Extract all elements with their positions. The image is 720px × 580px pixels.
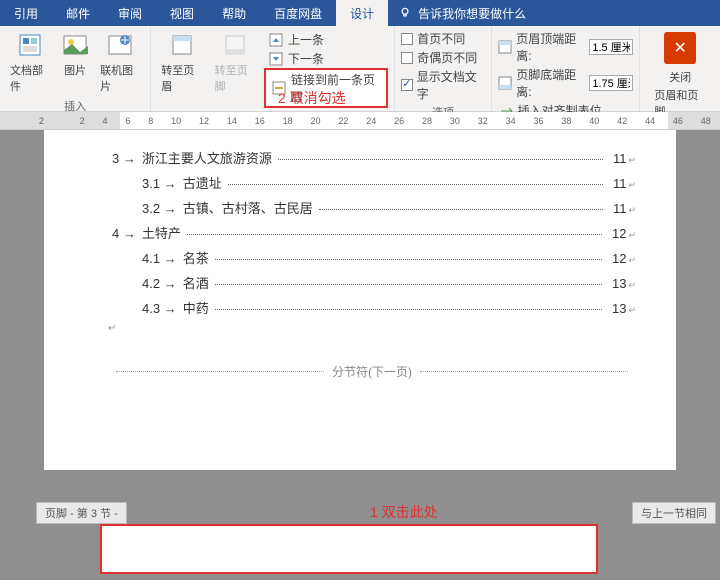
checkbox-icon [401, 33, 413, 45]
checkbox-icon [401, 52, 413, 64]
goto-footer-icon [220, 30, 250, 60]
goto-header-label: 转至页眉 [161, 62, 202, 94]
tab-baidu[interactable]: 百度网盘 [260, 0, 336, 26]
close-header-footer-button[interactable]: ✕ 关闭 页眉和页脚 [650, 30, 710, 121]
toc-entry[interactable]: 4.2 →名酒13↵ [108, 273, 636, 292]
horizontal-ruler[interactable]: 2246810121416182022242628303234363840424… [0, 112, 720, 130]
footer-bottom-icon [498, 75, 513, 91]
tab-view[interactable]: 视图 [156, 0, 208, 26]
group-close: ✕ 关闭 页眉和页脚 关闭 [640, 26, 720, 111]
goto-header-icon [167, 30, 197, 60]
odd-even-different[interactable]: 奇偶页不同 [401, 49, 484, 66]
goto-header-button[interactable]: 转至页眉 [157, 28, 206, 108]
annotation-doubleclick: 1 双击此处 [370, 502, 438, 522]
picture-button[interactable]: 图片 [56, 28, 94, 96]
next-icon [268, 51, 284, 67]
doc-parts-label: 文档部件 [10, 62, 50, 94]
prev-label: 上一条 [288, 31, 324, 48]
close-icon: ✕ [664, 32, 696, 64]
online-picture-icon [105, 30, 135, 60]
annotation-uncheck: 2 取消勾选 [278, 88, 346, 108]
group-navigation: 转至页眉 转至页脚 上一条 下一条 链接到前一条页眉 [151, 26, 395, 111]
doc-parts-icon [15, 30, 45, 60]
document-page[interactable]: 3 →浙江主要人文旅游资源11↵ 3.1 →古遗址11↵ 3.2 →古镇、古村落、古… [44, 130, 676, 470]
next-label: 下一条 [288, 50, 324, 67]
tab-references[interactable]: 引用 [0, 0, 52, 26]
tab-review[interactable]: 审阅 [104, 0, 156, 26]
next-button[interactable]: 下一条 [264, 49, 388, 68]
footer-bottom-input[interactable] [589, 75, 633, 91]
tell-me-label: 告诉我你想要做什么 [418, 5, 526, 22]
checkbox-checked-icon [401, 79, 412, 91]
tell-me-search[interactable]: 告诉我你想要做什么 [388, 0, 536, 26]
toc-entry[interactable]: 3.2 →古镇、古村落、古民居11↵ [108, 198, 636, 217]
first-page-different[interactable]: 首页不同 [401, 30, 484, 47]
ribbon-tabs: 引用 邮件 审阅 视图 帮助 百度网盘 设计 告诉我你想要做什么 [0, 0, 720, 26]
tab-help[interactable]: 帮助 [208, 0, 260, 26]
toc-entry[interactable]: 3.1 →古遗址11↵ [108, 173, 636, 192]
online-picture-button[interactable]: 联机图片 [96, 28, 144, 96]
same-as-previous-tag: 与上一节相同 [632, 502, 716, 524]
group-insert: 文档部件 图片 联机图片 插入 [0, 26, 151, 111]
group-position: 页眉顶端距离: 页脚底端距离: 插入对齐制表位 位置 [492, 26, 641, 111]
toc-entry[interactable]: 3 →浙江主要人文旅游资源11↵ [108, 148, 636, 167]
toc-entry[interactable]: 4.3 →中药13↵ [108, 298, 636, 317]
footer-edit-region[interactable] [100, 524, 598, 574]
header-top-input[interactable] [589, 39, 633, 55]
prev-icon [268, 32, 284, 48]
header-top-icon [498, 39, 513, 55]
toc-entry[interactable]: 4.1 →名茶12↵ [108, 248, 636, 267]
online-picture-label: 联机图片 [100, 62, 140, 94]
header-top-distance: 页眉顶端距离: [498, 30, 634, 64]
prev-button[interactable]: 上一条 [264, 30, 388, 49]
show-doc-text[interactable]: 显示文档文字 [401, 68, 484, 102]
goto-footer-button[interactable]: 转至页脚 [211, 28, 260, 108]
doc-parts-button[interactable]: 文档部件 [6, 28, 54, 96]
group-options: 首页不同 奇偶页不同 显示文档文字 选项 [395, 26, 491, 111]
ribbon: 文档部件 图片 联机图片 插入 转至页眉 转至页脚 [0, 26, 720, 112]
picture-label: 图片 [64, 62, 86, 78]
section-break-label: 分节符(下一页) [108, 363, 636, 380]
document-area: 3 →浙江主要人文旅游资源11↵ 3.1 →古遗址11↵ 3.2 →古镇、古村落、古… [0, 130, 720, 580]
tab-mailings[interactable]: 邮件 [52, 0, 104, 26]
tab-design[interactable]: 设计 [336, 0, 388, 26]
toc-entry[interactable]: 4 →土特产12↵ [108, 223, 636, 242]
goto-footer-label: 转至页脚 [215, 62, 256, 94]
footer-bottom-distance: 页脚底端距离: [498, 66, 634, 100]
footer-section-tag: 页脚 - 第 3 节 - [36, 502, 127, 524]
picture-icon [60, 30, 90, 60]
lightbulb-icon [398, 6, 412, 20]
